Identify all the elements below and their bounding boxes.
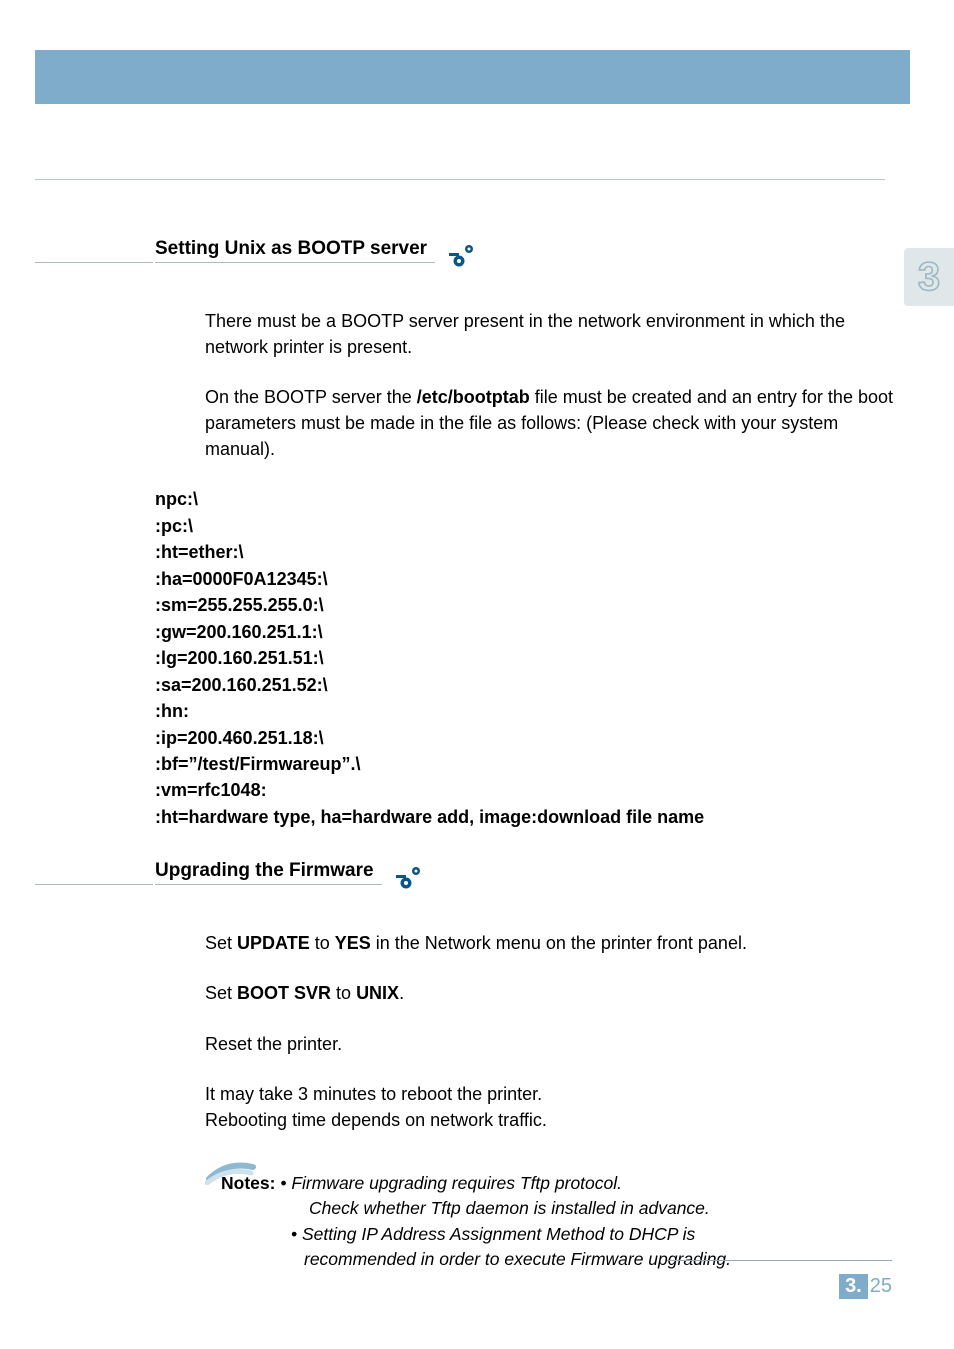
- notes-block: Notes: • Firmware upgrading requires Tft…: [221, 1171, 894, 1273]
- s1p2-bold: /etc/bootptab: [417, 387, 530, 407]
- notes-item1b: Check whether Tftp daemon is installed i…: [309, 1198, 710, 1218]
- page-number: 3.25: [839, 1274, 892, 1299]
- section2-heading-row: Upgrading the Firmware: [35, 860, 894, 900]
- heading-left-rule: [35, 884, 153, 885]
- section1-heading: Setting Unix as BOOTP server: [155, 238, 435, 263]
- section2-step4: It may take 3 minutes to reboot the prin…: [205, 1081, 894, 1133]
- notes-item2a: • Setting IP Address Assignment Method t…: [291, 1224, 695, 1244]
- t: Set: [205, 933, 237, 953]
- heading-left-rule: [35, 262, 153, 263]
- page-content: Setting Unix as BOOTP server There must …: [35, 238, 894, 1272]
- heading-ornament-icon: [449, 245, 475, 267]
- page-chapter: 3.: [839, 1274, 868, 1299]
- page-sub: 25: [870, 1275, 892, 1298]
- section1-para2: On the BOOTP server the /etc/bootptab fi…: [205, 384, 894, 462]
- t: UNIX: [356, 983, 399, 1003]
- t: in the Network menu on the printer front…: [371, 933, 747, 953]
- section2-heading: Upgrading the Firmware: [155, 860, 382, 885]
- t: to: [331, 983, 356, 1003]
- notes-item1a: • Firmware upgrading requires Tftp proto…: [280, 1173, 622, 1193]
- heading-ornament-icon: [396, 867, 422, 889]
- section1-para1: There must be a BOOTP server present in …: [205, 308, 894, 360]
- bootptab-code: npc:\ :pc:\ :ht=ether:\ :ha=0000F0A12345…: [155, 486, 894, 830]
- chapter-digit: 3: [918, 255, 940, 299]
- notes-swoosh-icon: [205, 1159, 257, 1185]
- section2-step3: Reset the printer.: [205, 1031, 894, 1057]
- header-rule: [35, 179, 885, 180]
- section2-step1: Set UPDATE to YES in the Network menu on…: [205, 930, 894, 956]
- notes-item2b: recommended in order to execute Firmware…: [304, 1249, 731, 1269]
- chapter-number-icon: 3: [914, 254, 944, 300]
- t: BOOT SVR: [237, 983, 331, 1003]
- header-banner: [35, 50, 910, 104]
- section1-heading-row: Setting Unix as BOOTP server: [35, 238, 894, 278]
- t: UPDATE: [237, 933, 310, 953]
- section2-step2: Set BOOT SVR to UNIX.: [205, 980, 894, 1006]
- t: YES: [335, 933, 371, 953]
- chapter-tab: 3: [904, 248, 954, 306]
- t: .: [399, 983, 404, 1003]
- s1p2-pre: On the BOOTP server the: [205, 387, 417, 407]
- t: to: [310, 933, 335, 953]
- notes-text: Notes: • Firmware upgrading requires Tft…: [221, 1171, 894, 1273]
- footer-rule: [667, 1260, 892, 1261]
- t: Set: [205, 983, 237, 1003]
